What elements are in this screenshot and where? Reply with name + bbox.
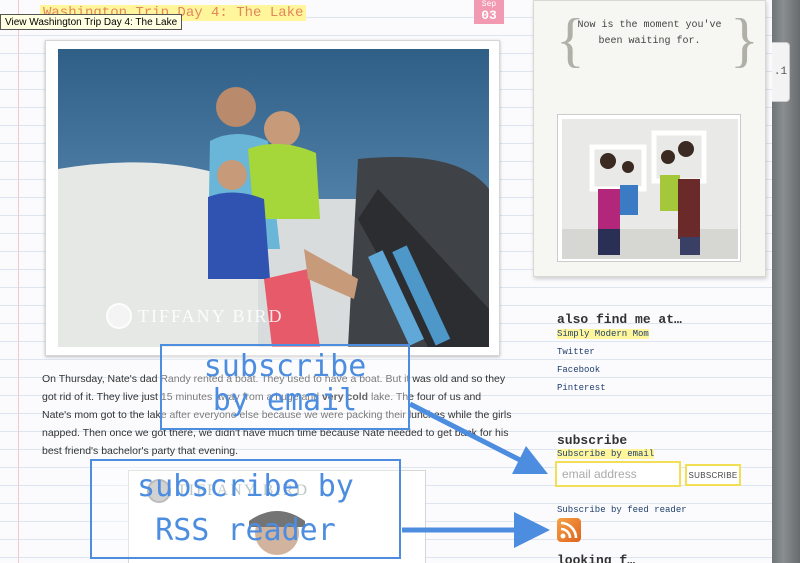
callout-rss-line-1: subscribe by (137, 469, 354, 504)
subscribe-by-rss-callout: subscribe by RSS reader (90, 459, 401, 559)
link-tooltip: View Washington Trip Day 4: The Lake (0, 14, 183, 30)
subscribe-button[interactable]: SUBSCRIBE (685, 464, 741, 486)
link-pinterest[interactable]: Pinterest (557, 383, 606, 393)
subscribe-by-feed-label: Subscribe by feed reader (557, 505, 687, 515)
quote-text: Now is the moment you've been waiting fo… (577, 20, 722, 47)
right-brace-icon: } (730, 7, 759, 73)
callout-email-line-1: subscribe (203, 349, 367, 384)
rss-feed-icon[interactable] (557, 518, 581, 542)
callout-rss-line-2: RSS reader (155, 513, 336, 548)
side-tab[interactable]: .1 (772, 42, 790, 102)
photo-watermark: TIFFANY BIRD (106, 303, 284, 329)
lake-boat-photo: TIFFANY BIRD (45, 40, 500, 356)
family-photo-image (562, 119, 738, 259)
also-find-me-heading: also find me at… (557, 312, 682, 327)
watermark-text: TIFFANY BIRD (138, 305, 284, 326)
subscribe-by-email-label: Subscribe by email (557, 449, 655, 459)
date-day: 03 (481, 8, 497, 23)
link-simply-modern-mom[interactable]: Simply Modern Mom (557, 329, 649, 339)
subscribe-heading: subscribe (557, 433, 628, 448)
link-twitter[interactable]: Twitter (557, 347, 595, 357)
sidebar-next-heading: looking f… (557, 553, 636, 563)
subscribe-by-email-callout: subscribe by email (160, 344, 410, 430)
date-badge: Sep 03 (474, 0, 504, 24)
callout-email-line-2: by email (212, 383, 358, 418)
email-address-input[interactable] (555, 461, 681, 487)
family-photo (557, 114, 741, 262)
watermark-logo-icon (106, 303, 132, 329)
link-facebook[interactable]: Facebook (557, 365, 600, 375)
